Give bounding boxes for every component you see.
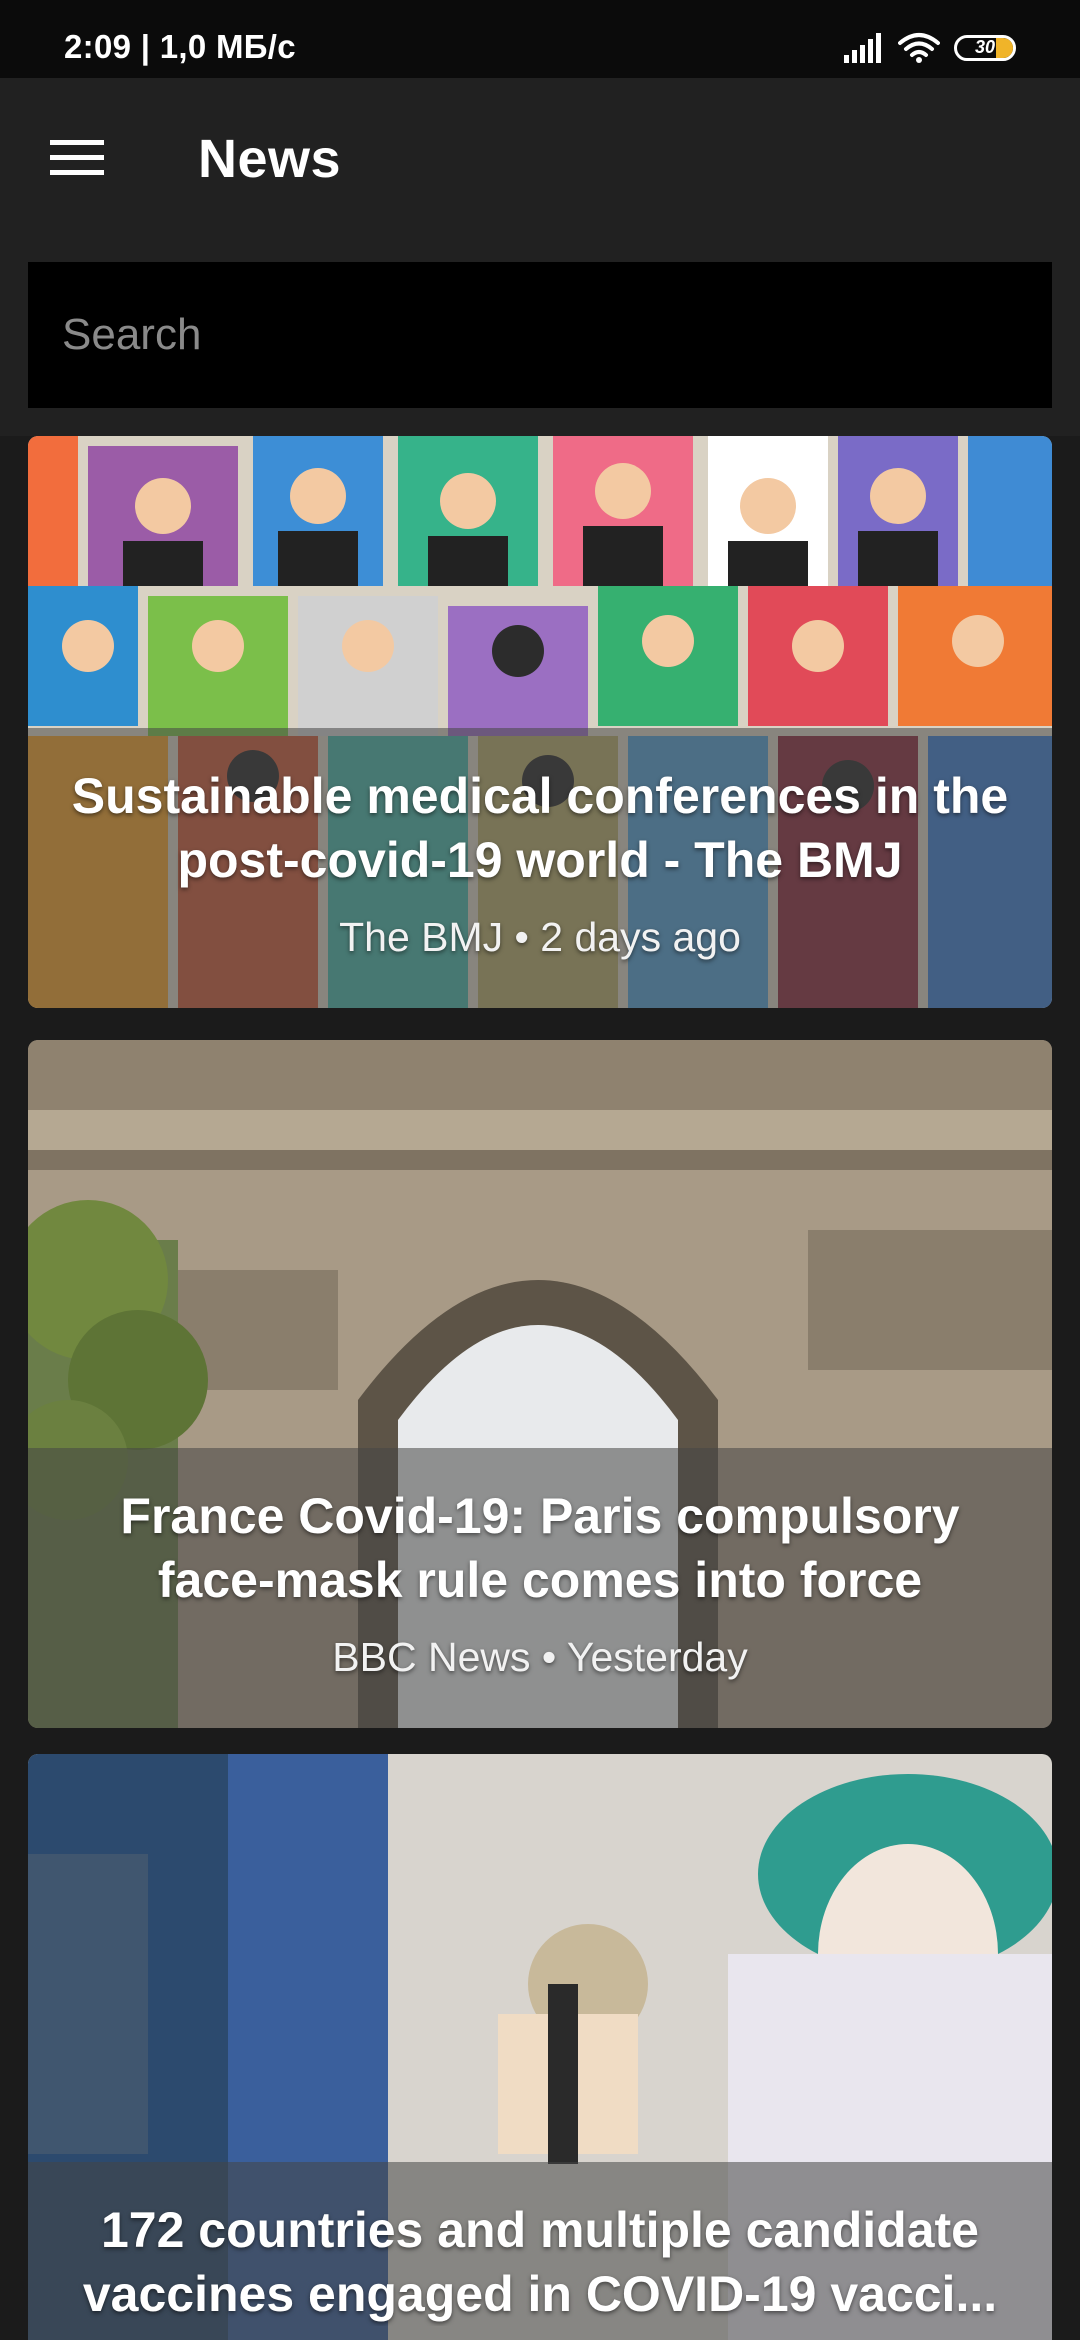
battery-icon: 30 — [954, 35, 1016, 61]
news-card[interactable]: Sustainable medical conferences in the p… — [28, 436, 1052, 1008]
status-icons: 30 — [844, 30, 1016, 66]
wifi-icon — [898, 33, 940, 63]
article-meta: The BMJ • 2 days ago — [339, 914, 741, 960]
app-bar: News — [0, 78, 1080, 436]
signal-icon — [844, 33, 881, 63]
news-card[interactable]: 172 countries and multiple candidate vac… — [28, 1754, 1052, 2340]
article-meta: BBC News • Yesterday — [332, 1634, 748, 1680]
battery-percent: 30 — [974, 37, 996, 57]
article-caption: France Covid-19: Paris compulsory face-m… — [28, 1448, 1052, 1728]
status-bar: 2:09 | 1,0 МБ/с 30 — [0, 0, 1080, 78]
article-title: 172 countries and multiple candidate vac… — [82, 2202, 998, 2322]
article-caption: 172 countries and multiple candidate vac… — [28, 2162, 1052, 2340]
article-title: France Covid-19: Paris compulsory face-m… — [120, 1488, 960, 1608]
hamburger-menu-icon[interactable] — [50, 136, 104, 180]
news-feed[interactable]: Sustainable medical conferences in the p… — [0, 436, 1080, 2340]
status-time: 2:09 | 1,0 МБ/с — [64, 28, 296, 65]
article-title: Sustainable medical conferences in the p… — [71, 768, 1009, 888]
article-caption: Sustainable medical conferences in the p… — [28, 728, 1052, 1008]
page-title: News — [198, 129, 342, 189]
news-card[interactable]: France Covid-19: Paris compulsory face-m… — [28, 1040, 1052, 1728]
search-input[interactable] — [28, 262, 1052, 408]
